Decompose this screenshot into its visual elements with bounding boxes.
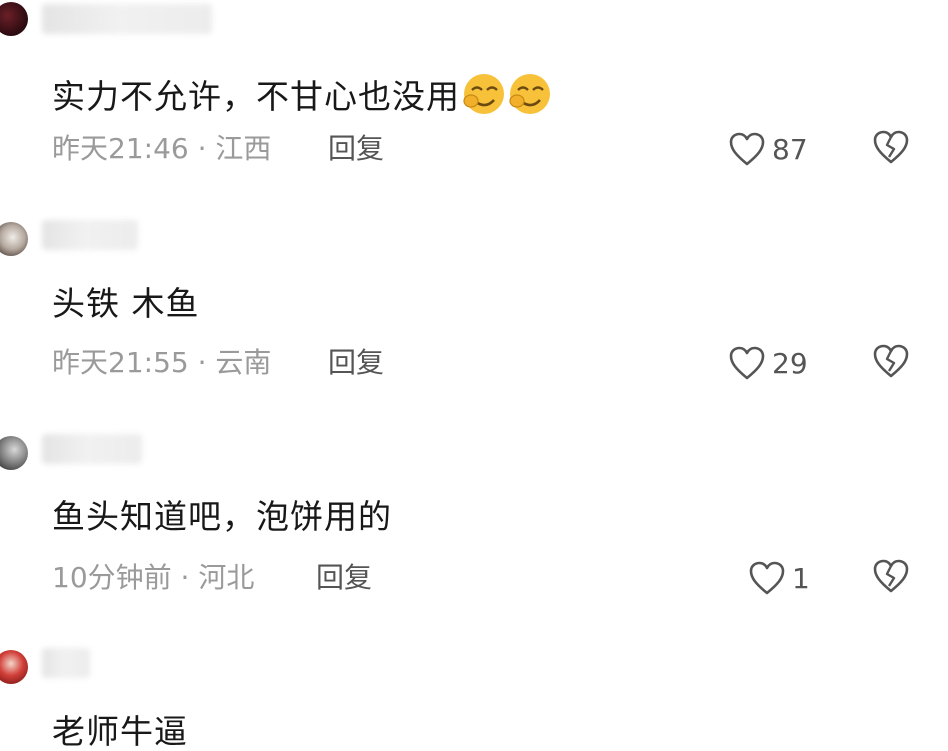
like-button[interactable]: 87 <box>728 129 808 169</box>
meta-separator: · <box>197 132 207 165</box>
like-button[interactable]: 29 <box>728 343 808 383</box>
heart-outline-icon <box>749 561 785 595</box>
broken-heart-icon <box>873 344 909 378</box>
comment-text: 头铁 木鱼 <box>52 284 200 323</box>
location: 江西 <box>215 132 272 165</box>
avatar[interactable] <box>0 2 28 36</box>
comment-list: 实力不允许，不甘心也没用 昨天21:46 · 江西 回复 87 头铁 木鱼 昨天… <box>0 0 948 751</box>
like-button[interactable]: 1 <box>748 558 810 598</box>
username-blurred[interactable] <box>42 648 90 678</box>
meta-separator: · <box>180 561 190 594</box>
location: 河北 <box>198 561 255 594</box>
username-blurred[interactable] <box>42 4 212 34</box>
dislike-button[interactable] <box>872 558 912 598</box>
comment-text-content: 实力不允许，不甘心也没用 <box>52 77 460 116</box>
like-count: 1 <box>792 561 810 595</box>
like-count: 87 <box>772 132 808 166</box>
location: 云南 <box>215 346 272 379</box>
comment-meta: 10分钟前 · 河北 <box>52 561 254 595</box>
heart-outline-icon <box>729 346 765 380</box>
timestamp: 昨天21:46 <box>52 132 189 165</box>
timestamp: 昨天21:55 <box>52 346 189 379</box>
reply-button[interactable]: 回复 <box>316 561 372 595</box>
smirk-emoji <box>508 72 552 125</box>
dislike-button[interactable] <box>872 343 912 383</box>
avatar[interactable] <box>0 222 28 256</box>
avatar[interactable] <box>0 436 28 470</box>
comment-meta: 昨天21:46 · 江西 <box>52 132 271 166</box>
timestamp: 10分钟前 <box>52 561 172 594</box>
username-blurred[interactable] <box>42 434 142 464</box>
heart-outline-icon <box>729 132 765 166</box>
broken-heart-icon <box>873 130 909 164</box>
dislike-button[interactable] <box>872 129 912 169</box>
reply-button[interactable]: 回复 <box>328 132 384 166</box>
like-count: 29 <box>772 346 808 380</box>
avatar[interactable] <box>0 650 28 684</box>
reply-button[interactable]: 回复 <box>328 346 384 380</box>
meta-separator: · <box>197 346 207 379</box>
comment-meta: 昨天21:55 · 云南 <box>52 346 271 380</box>
comment-text: 老师牛逼 <box>52 712 188 751</box>
comment-text: 实力不允许，不甘心也没用 <box>52 72 552 125</box>
comment-text: 鱼头知道吧，泡饼用的 <box>52 497 392 536</box>
broken-heart-icon <box>873 559 909 593</box>
username-blurred[interactable] <box>42 220 138 250</box>
smirk-emoji <box>462 72 506 125</box>
